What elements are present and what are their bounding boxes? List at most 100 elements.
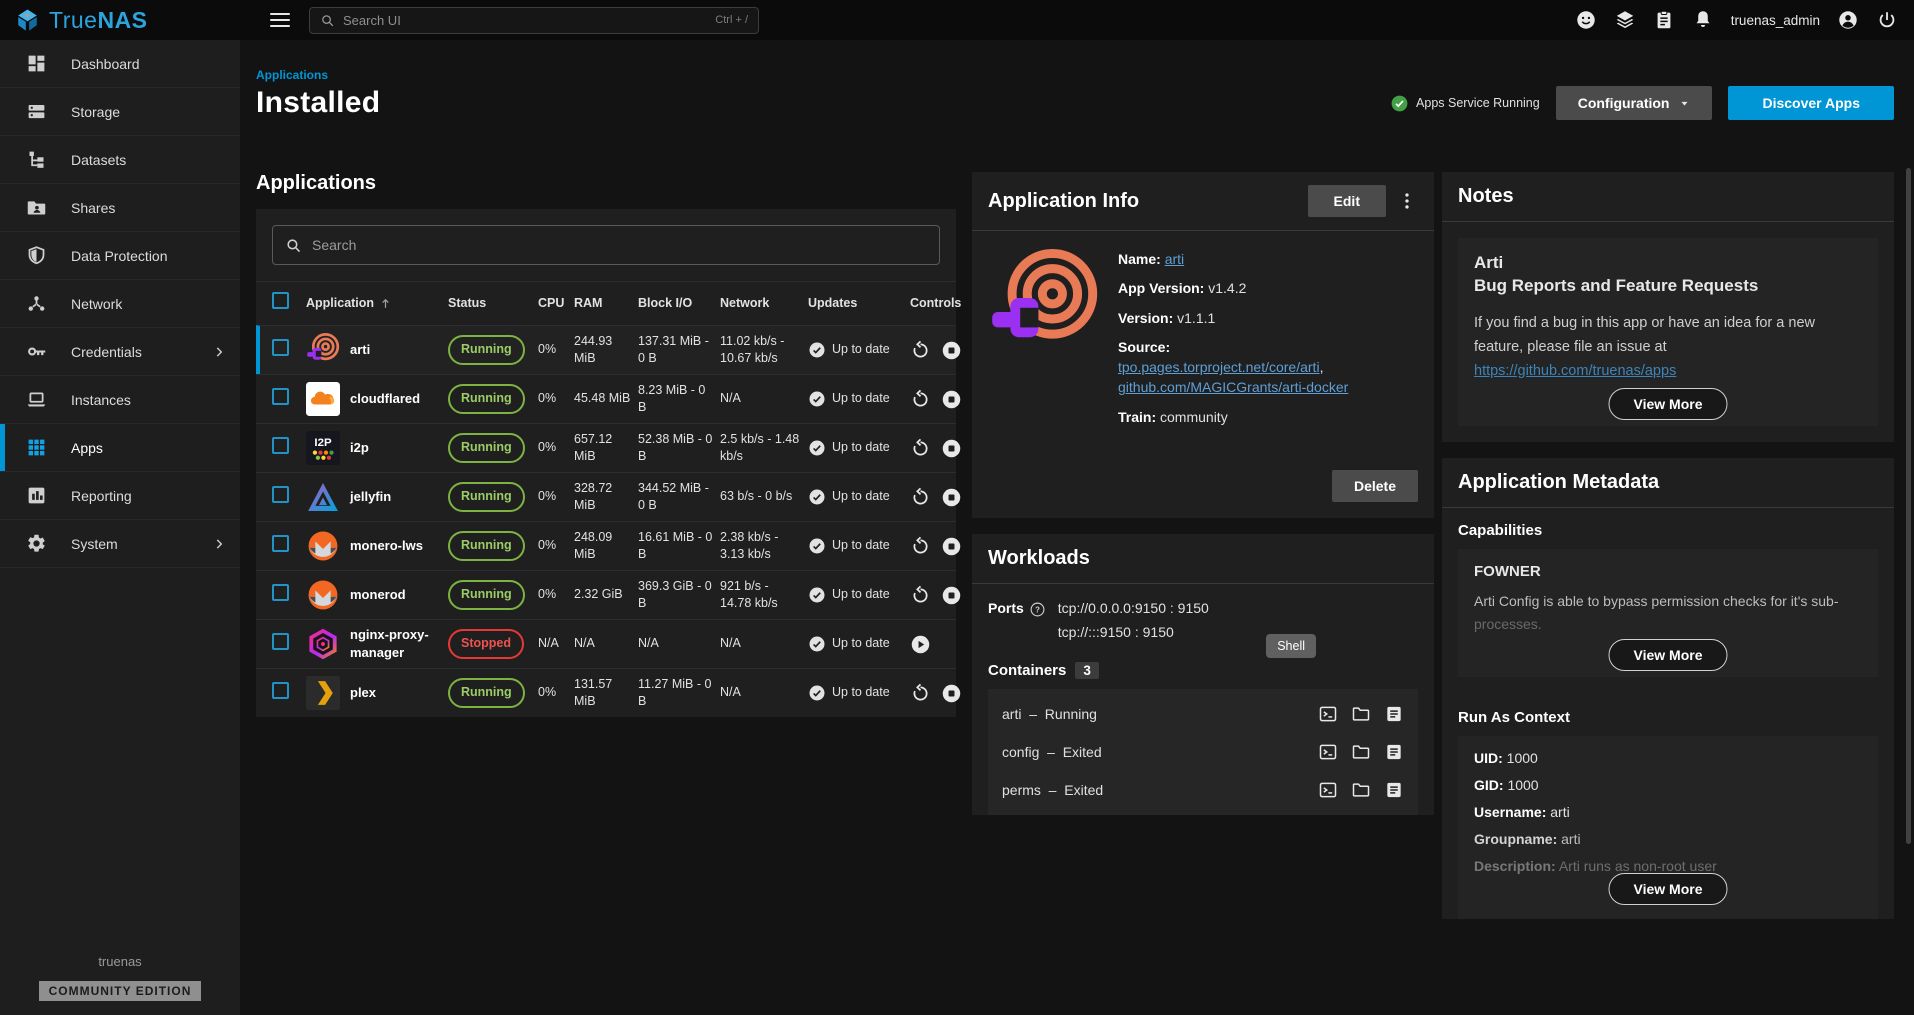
sidebar-item-data-protection[interactable]: Data Protection	[0, 232, 240, 280]
cell-block-io: 8.23 MiB - 0 B	[638, 382, 720, 417]
sidebar-item-network[interactable]: Network	[0, 280, 240, 328]
stop-button[interactable]	[941, 340, 962, 361]
sidebar-item-system[interactable]: System	[0, 520, 240, 568]
truenas-logo[interactable]: TrueNAS	[0, 7, 240, 34]
table-row-i2p[interactable]: I2P i2p Running 0% 657.12 MiB 52.38 MiB …	[256, 423, 956, 472]
row-checkbox[interactable]	[272, 486, 289, 503]
table-row-jellyfin[interactable]: jellyfin Running 0% 328.72 MiB 344.52 Mi…	[256, 472, 956, 521]
container-shell-button[interactable]	[1318, 742, 1338, 762]
restart-button[interactable]	[910, 585, 931, 606]
breadcrumb[interactable]: Applications	[256, 68, 1906, 82]
edit-button[interactable]: Edit	[1308, 185, 1386, 217]
table-row-cloudflared[interactable]: cloudflared Running 0% 45.48 MiB 8.23 Mi…	[256, 374, 956, 423]
restart-button[interactable]	[910, 487, 931, 508]
global-search-input[interactable]	[343, 13, 707, 28]
alerts-bell-icon[interactable]	[1692, 9, 1714, 31]
column-header-status[interactable]: Status	[448, 295, 538, 313]
app-name-link[interactable]: arti	[1165, 251, 1184, 267]
sidebar-item-instances[interactable]: Instances	[0, 376, 240, 424]
column-header-ram[interactable]: RAM	[574, 295, 638, 313]
restart-button[interactable]	[910, 536, 931, 557]
stop-button[interactable]	[941, 438, 962, 459]
sidebar-item-datasets[interactable]: Datasets	[0, 136, 240, 184]
power-icon[interactable]	[1876, 9, 1898, 31]
column-header-updates[interactable]: Updates	[808, 295, 910, 313]
table-row-plex[interactable]: plex Running 0% 131.57 MiB 11.27 MiB - 0…	[256, 668, 956, 717]
row-checkbox[interactable]	[272, 437, 289, 454]
stop-button[interactable]	[941, 536, 962, 557]
sidebar-item-reporting[interactable]: Reporting	[0, 472, 240, 520]
sidebar-item-apps[interactable]: Apps	[0, 424, 240, 472]
start-button[interactable]	[910, 634, 931, 655]
table-header-row: ApplicationStatusCPURAMBlock I/ONetworkU…	[256, 281, 956, 325]
capabilities-card: FOWNER Arti Config is able to bypass per…	[1458, 549, 1878, 678]
container-shell-button[interactable]	[1318, 704, 1338, 724]
container-row-arti: arti – Running	[1002, 695, 1404, 733]
container-browse-button[interactable]	[1351, 780, 1371, 800]
container-logs-button[interactable]	[1384, 704, 1404, 724]
help-icon[interactable]: ?	[1029, 601, 1046, 618]
run-as-view-more-button[interactable]: View More	[1609, 873, 1728, 905]
row-checkbox[interactable]	[272, 339, 289, 356]
restart-button[interactable]	[910, 438, 931, 459]
app-name: nginx-proxy-manager	[350, 626, 442, 662]
cell-updates: Up to date	[808, 635, 910, 653]
feedback-smiley-icon[interactable]	[1575, 9, 1597, 31]
svg-text:?: ?	[1035, 605, 1040, 614]
row-checkbox[interactable]	[272, 535, 289, 552]
ports-label: Ports ?	[988, 600, 1046, 648]
container-logs-button[interactable]	[1384, 780, 1404, 800]
stop-button[interactable]	[941, 683, 962, 704]
stop-button[interactable]	[941, 389, 962, 410]
sidebar-item-dashboard[interactable]: Dashboard	[0, 40, 240, 88]
up-to-date-check-icon	[808, 586, 826, 604]
source-link[interactable]: github.com/MAGICGrants/arti-docker	[1118, 379, 1348, 395]
row-checkbox[interactable]	[272, 584, 289, 601]
instances-icon	[26, 389, 47, 410]
kebab-menu-icon[interactable]	[1396, 190, 1418, 212]
column-header-cpu[interactable]: CPU	[538, 295, 574, 313]
cell-controls	[910, 340, 968, 361]
stop-button[interactable]	[941, 585, 962, 606]
arti-app-icon	[988, 249, 1100, 361]
column-header-network[interactable]: Network	[720, 295, 808, 313]
container-browse-button[interactable]	[1351, 704, 1371, 724]
table-row-monerod[interactable]: monerod Running 0% 2.32 GiB 369.3 GiB - …	[256, 570, 956, 619]
source-link[interactable]: tpo.pages.torproject.net/core/arti	[1118, 359, 1320, 375]
restart-button[interactable]	[910, 389, 931, 410]
select-all-checkbox[interactable]	[272, 292, 289, 309]
vertical-scrollbar[interactable]	[1906, 168, 1911, 844]
column-header-application[interactable]: Application	[306, 295, 448, 313]
configuration-button[interactable]: Configuration	[1556, 86, 1713, 120]
row-checkbox[interactable]	[272, 388, 289, 405]
jellyfin-app-icon	[306, 480, 340, 514]
table-row-arti[interactable]: arti Running 0% 244.93 MiB 137.31 MiB - …	[256, 325, 956, 374]
restart-button[interactable]	[910, 683, 931, 704]
notes-view-more-button[interactable]: View More	[1609, 388, 1728, 420]
row-checkbox[interactable]	[272, 682, 289, 699]
container-browse-button[interactable]	[1351, 742, 1371, 762]
sidebar-item-credentials[interactable]: Credentials	[0, 328, 240, 376]
sidebar-item-shares[interactable]: Shares	[0, 184, 240, 232]
table-row-monero-lws[interactable]: monero-lws Running 0% 248.09 MiB 16.61 M…	[256, 521, 956, 570]
cell-cpu: 0%	[538, 390, 574, 408]
table-search-input[interactable]	[312, 237, 927, 253]
menu-toggle-icon[interactable]	[270, 9, 290, 31]
column-header-block-i-o[interactable]: Block I/O	[638, 295, 720, 313]
sort-asc-icon	[378, 296, 393, 311]
delete-button[interactable]: Delete	[1332, 470, 1418, 502]
table-row-nginx-proxy-manager[interactable]: nginx-proxy-manager Stopped N/A N/A N/A …	[256, 619, 956, 668]
stop-button[interactable]	[941, 487, 962, 508]
stacks-layers-icon[interactable]	[1614, 9, 1636, 31]
row-checkbox[interactable]	[272, 633, 289, 650]
restart-button[interactable]	[910, 340, 931, 361]
discover-apps-button[interactable]: Discover Apps	[1728, 86, 1894, 120]
user-account-icon[interactable]	[1837, 9, 1859, 31]
container-logs-button[interactable]	[1384, 742, 1404, 762]
column-header-controls[interactable]: Controls	[910, 295, 967, 313]
jobs-clipboard-icon[interactable]	[1653, 9, 1675, 31]
issues-link[interactable]: https://github.com/truenas/apps	[1474, 363, 1676, 379]
container-shell-button[interactable]	[1318, 780, 1338, 800]
capabilities-view-more-button[interactable]: View More	[1609, 639, 1728, 671]
sidebar-item-storage[interactable]: Storage	[0, 88, 240, 136]
